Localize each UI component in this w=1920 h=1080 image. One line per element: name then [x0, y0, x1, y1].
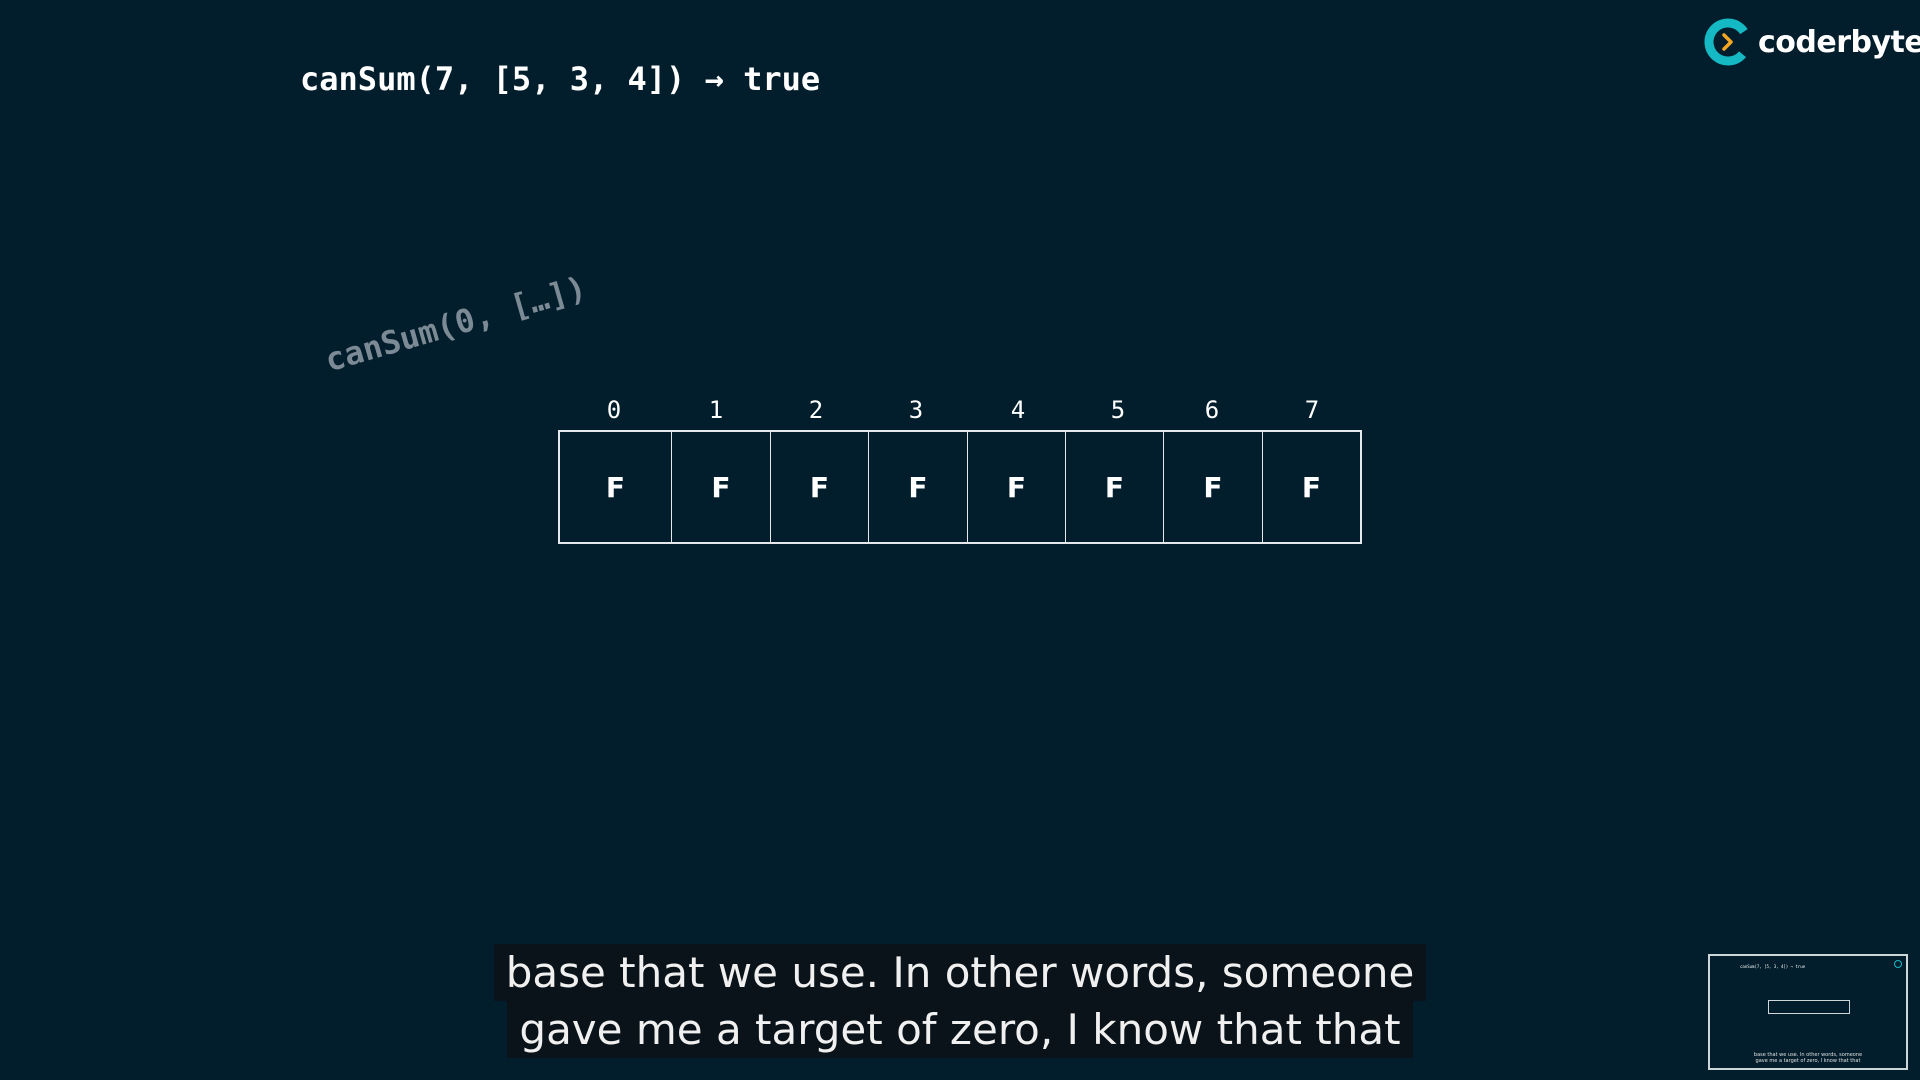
thumbnail-title: canSum(7, [5, 3, 4]) → true	[1740, 964, 1806, 969]
base-case-call-label: canSum(0, […])	[320, 268, 591, 380]
brand-name: coderbyte	[1758, 24, 1920, 60]
table-index: 7	[1304, 396, 1320, 424]
table-index: 4	[1010, 396, 1026, 424]
coderbyte-logo-icon	[1702, 16, 1754, 68]
table-cell: F	[1301, 470, 1322, 504]
table-index: 1	[708, 396, 724, 424]
thumbnail-table	[1768, 1000, 1850, 1014]
video-thumbnail-preview[interactable]: canSum(7, [5, 3, 4]) → true base that we…	[1708, 954, 1908, 1070]
table-cell: F	[672, 432, 771, 542]
subtitle-line-2: gave me a target of zero, I know that th…	[507, 1001, 1413, 1058]
table-cells: F F F F F F F F	[558, 430, 1362, 544]
table-cell: F	[968, 432, 1066, 542]
table-index: 2	[808, 396, 824, 424]
table-indices: 0 1 2 3 4 5 6 7	[558, 390, 1362, 430]
table-cell: F	[771, 432, 869, 542]
table-cell: F	[869, 432, 968, 542]
table-index: 6	[1204, 396, 1220, 424]
coderbyte-logo: coderbyte	[1702, 14, 1920, 70]
table-index: 5	[1110, 396, 1126, 424]
slide-title: canSum(7, [5, 3, 4]) → true	[300, 60, 821, 98]
thumbnail-caption: base that we use. In other words, someon…	[1710, 1052, 1906, 1064]
dp-table: 0 1 2 3 4 5 6 7 F F F F F F F F	[558, 390, 1362, 544]
table-index: 3	[908, 396, 924, 424]
subtitle-caption: base that we use. In other words, someon…	[0, 944, 1920, 1058]
subtitle-line-1: base that we use. In other words, someon…	[493, 944, 1427, 1001]
thumbnail-logo-icon	[1894, 960, 1902, 968]
table-cell: F	[1164, 432, 1263, 542]
table-cell: F	[1066, 432, 1164, 542]
table-index: 0	[606, 396, 622, 424]
thumbnail-caption-line-2: gave me a target of zero, I know that th…	[1755, 1058, 1861, 1064]
table-cell: F	[560, 432, 672, 542]
